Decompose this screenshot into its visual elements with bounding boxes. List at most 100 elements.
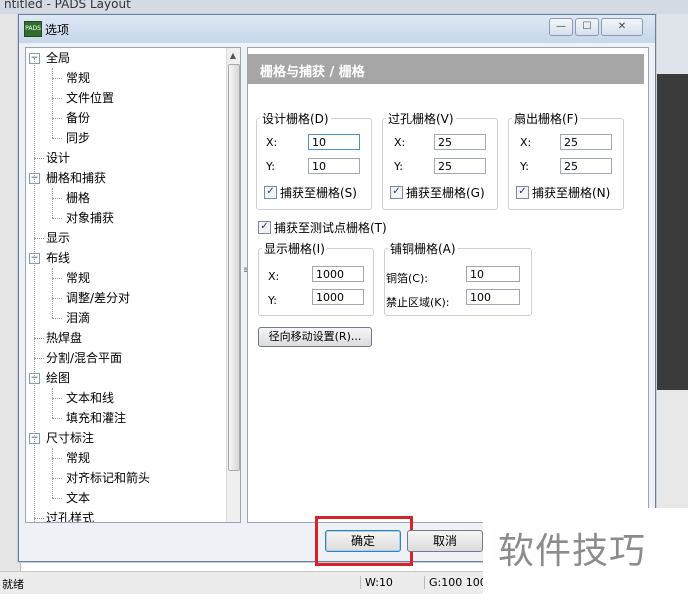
fanout-grid-legend: 扇出栅格(F) — [512, 110, 581, 127]
via-grid-snap-label: 捕获至栅格(G) — [406, 186, 485, 200]
dialog-title: 选项 — [45, 23, 70, 37]
status-width: W:10 — [360, 576, 393, 589]
tree-item[interactable]: 填充和灌注 — [66, 408, 126, 428]
via-grid-legend: 过孔栅格(V) — [386, 110, 456, 127]
design-grid-x-label: X: — [266, 136, 278, 149]
copper-foil-input[interactable]: 10 — [466, 266, 520, 282]
via-grid-y-label: Y: — [394, 160, 403, 173]
design-grid-legend: 设计栅格(D) — [260, 110, 331, 127]
app-right-toolbar — [654, 14, 688, 74]
tree-item[interactable]: 常规 — [66, 68, 90, 88]
tree-category[interactable]: 全局 — [46, 48, 70, 68]
keepout-label: 禁止区域(K): — [386, 296, 450, 309]
tree-item[interactable]: 泪滴 — [66, 308, 90, 328]
tree-category[interactable]: 过孔样式 — [46, 508, 94, 522]
tree-category[interactable]: 尺寸标注 — [46, 428, 94, 448]
tree-item[interactable]: 同步 — [66, 128, 90, 148]
tree-connector — [52, 198, 62, 199]
tree-category[interactable]: 栅格和捕获 — [46, 168, 106, 188]
display-grid-x-input[interactable]: 1000 — [312, 266, 364, 282]
tree-connector — [52, 298, 62, 299]
tree-category[interactable]: 绘图 — [46, 368, 70, 388]
via-grid-snap-checkbox[interactable]: ✓ — [390, 186, 403, 199]
tree-item[interactable]: 文本和线 — [66, 388, 114, 408]
tree-connector — [34, 518, 44, 519]
tree-item[interactable]: 常规 — [66, 268, 90, 288]
design-grid-y-label: Y: — [266, 160, 275, 173]
tree-item[interactable]: 常规 — [66, 448, 90, 468]
tree-category[interactable]: 热焊盘 — [46, 328, 82, 348]
display-grid-x-label: X: — [268, 270, 280, 283]
via-grid-x-label: X: — [394, 136, 406, 149]
tree-scroll-thumb[interactable] — [228, 64, 240, 471]
tree-connector — [52, 398, 62, 399]
tree-category[interactable]: 布线 — [46, 248, 70, 268]
tree-connector — [52, 458, 62, 459]
test-point-snap-label: 捕获至测试点栅格(T) — [274, 221, 387, 235]
app-right-panel — [654, 390, 688, 510]
tree-connector — [52, 218, 62, 219]
tree-item[interactable]: 对象捕获 — [66, 208, 114, 228]
panel-header: 栅格与捕获 / 栅格 — [248, 54, 644, 84]
tree-connector — [34, 358, 44, 359]
app-title: ntitled - PADS Layout — [4, 0, 131, 11]
design-grid-snap-checkbox[interactable]: ✓ — [264, 186, 277, 199]
tree-branch-line — [52, 188, 53, 218]
tree-connector — [52, 78, 62, 79]
scroll-up-arrow-icon[interactable]: ▲ — [226, 48, 240, 63]
tree-connector — [34, 158, 44, 159]
settings-panel: 栅格与捕获 / 栅格 设计栅格(D) X: 10 Y: 10 ✓ 捕获至栅格(S… — [247, 47, 649, 523]
status-ready: 就绪 — [2, 578, 24, 591]
design-grid-y-input[interactable]: 10 — [308, 158, 360, 174]
tree-category[interactable]: 显示 — [46, 228, 70, 248]
tree-item[interactable]: 文件位置 — [66, 88, 114, 108]
tree-connector — [52, 278, 62, 279]
via-grid-x-input[interactable]: 25 — [434, 134, 486, 150]
fanout-grid-y-input[interactable]: 25 — [560, 158, 612, 174]
fanout-grid-y-label: Y: — [520, 160, 529, 173]
tree-connector — [52, 318, 62, 319]
tree-item[interactable]: 调整/差分对 — [66, 288, 130, 308]
display-grid-y-label: Y: — [268, 294, 277, 307]
status-grid: G:100 100 — [424, 576, 487, 589]
design-grid-x-input[interactable]: 10 — [308, 134, 360, 150]
tree-connector — [52, 478, 62, 479]
copper-foil-label: 铜箔(C): — [386, 272, 428, 285]
tree-connector — [34, 238, 44, 239]
tree-branch-line — [52, 448, 53, 498]
tree-branch-line — [52, 268, 53, 318]
display-grid-legend: 显示栅格(I) — [262, 240, 327, 257]
tree-item[interactable]: 对齐标记和箭头 — [66, 468, 150, 488]
watermark-text: 软件技巧 — [498, 531, 647, 572]
tree-connector — [52, 98, 62, 99]
maximize-button[interactable]: ☐ — [575, 18, 599, 36]
tree-connector — [52, 498, 62, 499]
tree-category[interactable]: 分割/混合平面 — [46, 348, 122, 368]
app-titlebar: ntitled - PADS Layout — [0, 0, 688, 14]
tree-category[interactable]: 设计 — [46, 148, 70, 168]
tree-item[interactable]: 备份 — [66, 108, 90, 128]
fanout-grid-snap-label: 捕获至栅格(N) — [532, 186, 611, 200]
radial-move-settings-button[interactable]: 径向移动设置(R)... — [258, 327, 372, 347]
tree-connector — [34, 338, 44, 339]
pads-app-icon: PADS — [24, 21, 42, 37]
options-tree[interactable]: − 全局 常规 文件位置 备份 同步 设计 − 栅格和捕获 栅格 对象捕获 显示 − 布线 常规 调整/差分对… — [25, 47, 241, 523]
close-button[interactable]: ✕ — [601, 18, 643, 36]
dialog-titlebar[interactable]: PADS 选项 — ☐ ✕ — [19, 15, 655, 43]
display-grid-y-input[interactable]: 1000 — [312, 289, 364, 305]
via-grid-y-input[interactable]: 25 — [434, 158, 486, 174]
design-grid-snap-label: 捕获至栅格(S) — [280, 186, 357, 200]
keepout-input[interactable]: 100 — [466, 289, 520, 305]
test-point-snap-checkbox[interactable]: ✓ — [258, 221, 271, 234]
cancel-button[interactable]: 取消 — [407, 530, 483, 552]
fanout-grid-snap-checkbox[interactable]: ✓ — [516, 186, 529, 199]
options-dialog: PADS 选项 — ☐ ✕ − 全局 常规 文件位置 备份 同步 设计 − 栅格和捕获 栅格 对象捕… — [18, 14, 656, 566]
fanout-grid-x-label: X: — [520, 136, 532, 149]
ok-button[interactable]: 确定 — [325, 530, 401, 552]
tree-item[interactable]: 文本 — [66, 488, 90, 508]
minimize-button[interactable]: — — [549, 18, 573, 36]
tree-item[interactable]: 栅格 — [66, 188, 90, 208]
tree-spine — [34, 58, 35, 522]
fanout-grid-x-input[interactable]: 25 — [560, 134, 612, 150]
tree-connector — [52, 138, 62, 139]
